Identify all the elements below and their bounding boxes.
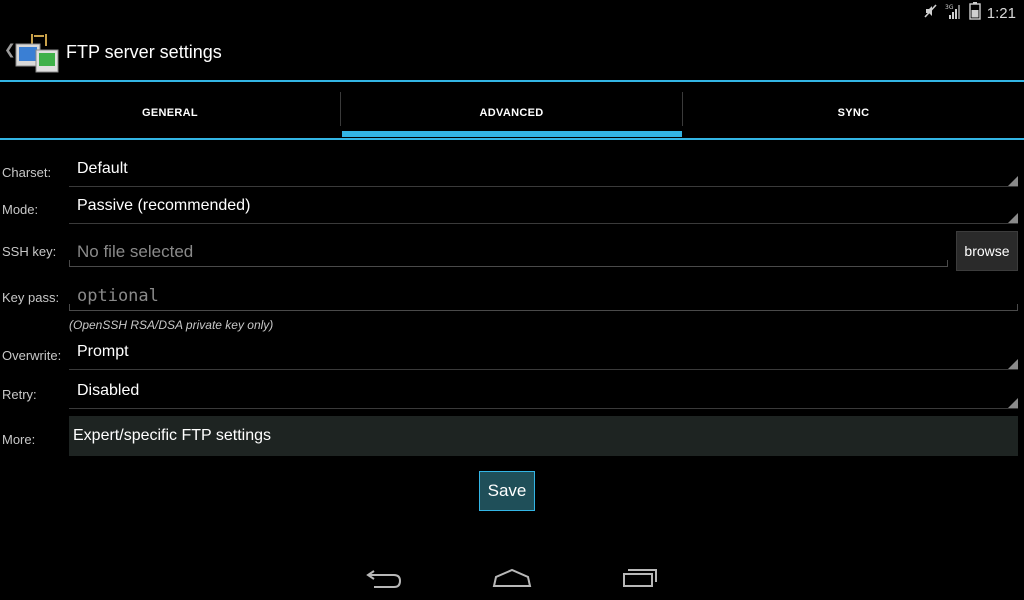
tab-sync-label: SYNC — [837, 107, 870, 119]
tab-bar: GENERAL ADVANCED SYNC — [0, 90, 1024, 140]
tab-advanced[interactable]: ADVANCED — [341, 90, 682, 136]
signal-3g-icon: 3G — [945, 2, 963, 24]
status-time: 1:21 — [986, 4, 1016, 22]
navigation-bar — [0, 552, 1024, 600]
expert-settings-button[interactable]: Expert/specific FTP settings — [69, 416, 1018, 456]
ssh-key-label: SSH key: — [2, 244, 57, 259]
status-bar: 3G 1:21 — [0, 0, 1024, 26]
svg-text:3G: 3G — [945, 4, 954, 11]
spinner-arrow-icon — [1008, 398, 1018, 408]
tab-selected-indicator — [342, 131, 682, 137]
overwrite-spinner[interactable]: Prompt — [69, 341, 1018, 370]
mute-icon — [923, 3, 939, 23]
app-title: FTP server settings — [66, 42, 222, 62]
spinner-arrow-icon — [1008, 359, 1018, 369]
mode-value: Passive (recommended) — [77, 197, 251, 214]
ssh-key-field[interactable]: No file selected — [69, 236, 948, 267]
tab-advanced-label: ADVANCED — [479, 107, 544, 119]
overwrite-value: Prompt — [77, 343, 129, 360]
back-nav-icon[interactable] — [360, 562, 408, 592]
key-pass-hint: (OpenSSH RSA/DSA private key only) — [69, 318, 274, 332]
save-button[interactable]: Save — [479, 471, 535, 511]
browse-button[interactable]: browse — [956, 231, 1018, 271]
charset-label: Charset: — [2, 165, 52, 180]
spinner-arrow-icon — [1008, 213, 1018, 223]
action-bar: ❮ FTP server settings — [0, 28, 1024, 82]
retry-spinner[interactable]: Disabled — [69, 380, 1018, 409]
home-nav-icon[interactable] — [488, 562, 536, 592]
more-label: More: — [2, 432, 36, 447]
battery-icon — [969, 2, 981, 24]
status-icons: 3G 1:21 — [923, 2, 1016, 24]
spinner-arrow-icon — [1008, 176, 1018, 186]
ssh-key-placeholder: No file selected — [77, 242, 194, 261]
tab-general[interactable]: GENERAL — [0, 90, 340, 136]
key-pass-input[interactable]: optional — [69, 280, 1018, 311]
charset-value: Default — [77, 160, 128, 177]
tab-general-label: GENERAL — [142, 107, 198, 119]
charset-spinner[interactable]: Default — [69, 158, 1018, 187]
recent-apps-nav-icon[interactable] — [616, 562, 664, 592]
tab-sync[interactable]: SYNC — [683, 90, 1024, 136]
app-icon[interactable] — [14, 32, 60, 74]
overwrite-label: Overwrite: — [2, 348, 62, 363]
key-pass-label: Key pass: — [2, 290, 60, 305]
retry-label: Retry: — [2, 387, 37, 402]
key-pass-placeholder: optional — [77, 286, 159, 306]
mode-spinner[interactable]: Passive (recommended) — [69, 195, 1018, 224]
expert-settings-label: Expert/specific FTP settings — [73, 427, 271, 444]
retry-value: Disabled — [77, 382, 140, 399]
mode-label: Mode: — [2, 202, 39, 217]
